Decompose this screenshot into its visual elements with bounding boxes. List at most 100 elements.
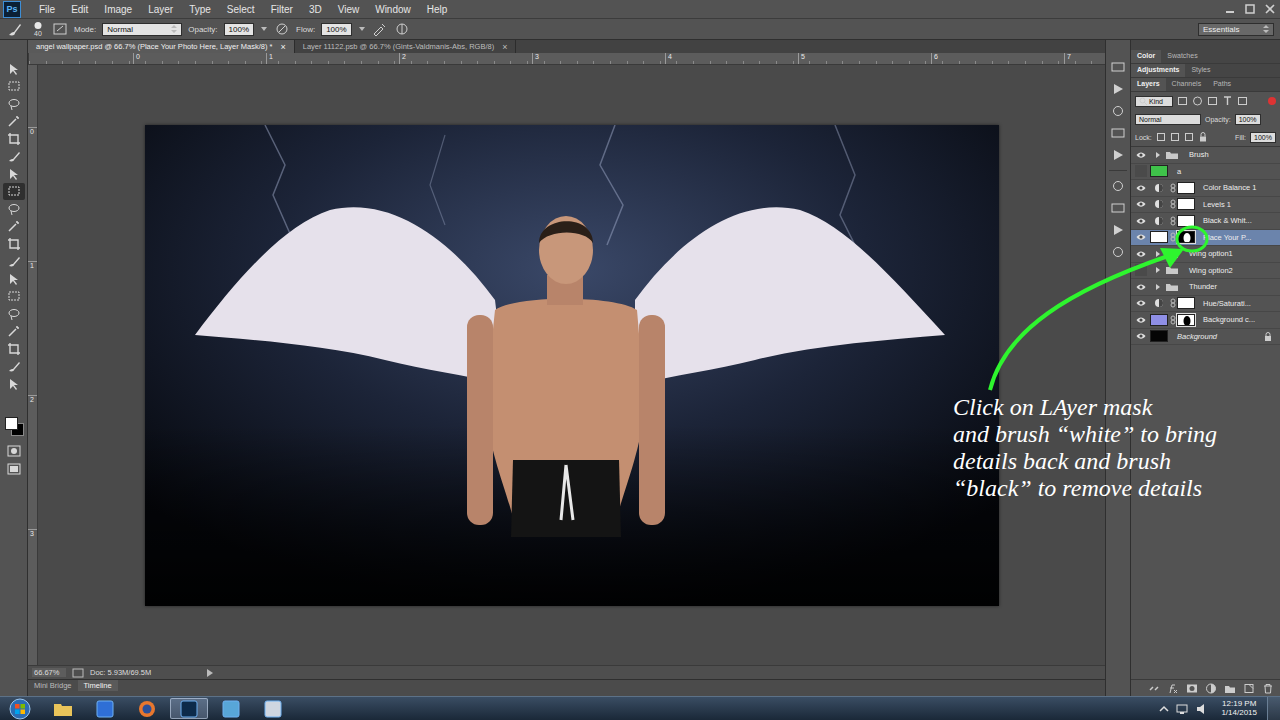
layer-row[interactable]: Levels 1 bbox=[1131, 197, 1280, 214]
link-icon[interactable] bbox=[1170, 183, 1176, 193]
bottom-tab[interactable]: Timeline bbox=[78, 680, 118, 691]
layer-name[interactable]: Brush bbox=[1181, 150, 1209, 159]
panel-tab[interactable]: Adjustments bbox=[1131, 64, 1185, 77]
layer-name[interactable]: Hue/Saturati... bbox=[1195, 299, 1251, 308]
clock[interactable]: 12:19 PM 1/14/2015 bbox=[1215, 700, 1263, 718]
filter-icon[interactable] bbox=[1177, 96, 1188, 106]
dropdown-icon[interactable] bbox=[358, 25, 366, 33]
visibility-toggle[interactable] bbox=[1133, 247, 1149, 261]
filter-kind-select[interactable]: Kind bbox=[1135, 96, 1173, 107]
menu-item[interactable]: Select bbox=[219, 4, 263, 15]
link-icon[interactable] bbox=[1170, 216, 1176, 226]
group-icon[interactable] bbox=[1224, 683, 1236, 694]
fx-icon[interactable] bbox=[1167, 683, 1179, 694]
filter-icon[interactable] bbox=[1222, 96, 1233, 106]
layer-name[interactable]: Background bbox=[1169, 332, 1217, 341]
tool-button[interactable] bbox=[3, 375, 25, 393]
tool-button[interactable] bbox=[3, 113, 25, 131]
status-menu-icon[interactable] bbox=[206, 669, 214, 677]
layer-thumbnail[interactable] bbox=[1150, 330, 1168, 342]
visibility-toggle[interactable] bbox=[1133, 296, 1149, 310]
tool-button[interactable] bbox=[3, 358, 25, 376]
panel-button[interactable] bbox=[1111, 144, 1125, 166]
layer-row[interactable]: Color Balance 1 bbox=[1131, 180, 1280, 197]
panel-tab[interactable]: Color bbox=[1131, 50, 1161, 63]
brush-tool-icon[interactable] bbox=[6, 20, 24, 38]
visibility-toggle[interactable] bbox=[1133, 214, 1149, 228]
panel-button[interactable] bbox=[1111, 197, 1125, 219]
menu-item[interactable]: Edit bbox=[63, 4, 96, 15]
panel-tab[interactable]: Channels bbox=[1166, 78, 1208, 91]
document-tab[interactable]: Layer 11122.psb @ 66.7% (Gints-Valdmanis… bbox=[295, 40, 517, 53]
layer-row[interactable]: Background bbox=[1131, 329, 1280, 346]
visibility-toggle[interactable] bbox=[1133, 148, 1149, 162]
menu-item[interactable]: Window bbox=[367, 4, 419, 15]
panel-tab[interactable]: Swatches bbox=[1161, 50, 1203, 63]
tool-button[interactable] bbox=[3, 323, 25, 341]
trash-icon[interactable] bbox=[1262, 683, 1274, 694]
layer-name[interactable]: Wing option1 bbox=[1181, 249, 1233, 258]
layer-row[interactable]: Place Your P... bbox=[1131, 230, 1280, 247]
layer-thumbnail[interactable] bbox=[1150, 165, 1168, 177]
screen-mode-button[interactable] bbox=[3, 460, 25, 478]
panel-tab[interactable]: Layers bbox=[1131, 78, 1166, 91]
menu-item[interactable]: Help bbox=[419, 4, 456, 15]
link-icon[interactable] bbox=[1170, 199, 1176, 209]
tool-button[interactable] bbox=[3, 148, 25, 166]
layer-row[interactable]: Black & Whit... bbox=[1131, 213, 1280, 230]
layer-name[interactable]: Background c... bbox=[1195, 315, 1255, 324]
close-tab-button[interactable]: × bbox=[502, 42, 507, 52]
layer-name[interactable]: Place Your P... bbox=[1195, 233, 1251, 242]
layer-mask-thumbnail[interactable] bbox=[1177, 314, 1195, 326]
close-icon[interactable] bbox=[1262, 2, 1278, 16]
menu-item[interactable]: File bbox=[31, 4, 63, 15]
tool-button[interactable] bbox=[3, 200, 25, 218]
flow-field[interactable]: 100% bbox=[321, 23, 351, 36]
taskbar-app[interactable] bbox=[212, 698, 250, 719]
visibility-toggle[interactable] bbox=[1133, 329, 1149, 343]
menu-item[interactable]: Image bbox=[96, 4, 140, 15]
taskbar-app[interactable] bbox=[44, 698, 82, 719]
fill-field[interactable]: 100% bbox=[1250, 132, 1276, 143]
adjustment-icon[interactable] bbox=[1205, 683, 1217, 694]
layer-row[interactable]: a bbox=[1131, 164, 1280, 181]
tool-button[interactable] bbox=[3, 288, 25, 306]
panel-button[interactable] bbox=[1111, 56, 1125, 78]
taskbar-app[interactable] bbox=[254, 698, 292, 719]
network-icon[interactable] bbox=[1175, 702, 1191, 716]
pressure-size-icon[interactable] bbox=[394, 21, 410, 37]
visibility-toggle[interactable] bbox=[1133, 280, 1149, 294]
panel-button[interactable] bbox=[1111, 122, 1125, 144]
layer-name[interactable]: Wing option2 bbox=[1181, 266, 1233, 275]
menu-item[interactable]: 3D bbox=[301, 4, 330, 15]
color-swatches[interactable] bbox=[3, 415, 25, 439]
opacity-field[interactable]: 100% bbox=[224, 23, 254, 36]
minimize-icon[interactable] bbox=[1222, 2, 1238, 16]
expand-arrow-icon[interactable] bbox=[1154, 266, 1162, 274]
visibility-toggle[interactable] bbox=[1135, 165, 1147, 177]
tool-button[interactable] bbox=[3, 270, 25, 288]
panel-button[interactable] bbox=[1111, 78, 1125, 100]
layer-row[interactable]: Brush bbox=[1131, 147, 1280, 164]
tool-button[interactable] bbox=[3, 183, 25, 201]
tool-button[interactable] bbox=[3, 78, 25, 96]
layer-row[interactable]: Thunder bbox=[1131, 279, 1280, 296]
link-icon[interactable] bbox=[1170, 232, 1176, 242]
mask-icon[interactable] bbox=[1186, 683, 1198, 694]
layer-name[interactable]: Black & Whit... bbox=[1195, 216, 1252, 225]
menu-item[interactable]: View bbox=[330, 4, 368, 15]
taskbar-app[interactable] bbox=[86, 698, 124, 719]
airbrush-icon[interactable] bbox=[372, 21, 388, 37]
panel-button[interactable] bbox=[1111, 241, 1125, 263]
show-desktop-button[interactable] bbox=[1267, 697, 1280, 720]
layer-mask-thumbnail[interactable] bbox=[1177, 182, 1195, 194]
taskbar-app[interactable] bbox=[128, 698, 166, 719]
brush-panel-icon[interactable] bbox=[52, 21, 68, 37]
panel-button[interactable] bbox=[1111, 219, 1125, 241]
link-icon[interactable] bbox=[1148, 683, 1160, 694]
visibility-toggle[interactable] bbox=[1133, 230, 1149, 244]
layer-row[interactable]: Wing option1 bbox=[1131, 246, 1280, 263]
layer-thumbnail[interactable] bbox=[1150, 231, 1168, 243]
visibility-toggle[interactable] bbox=[1133, 181, 1149, 195]
layer-mask-thumbnail[interactable] bbox=[1177, 198, 1195, 210]
